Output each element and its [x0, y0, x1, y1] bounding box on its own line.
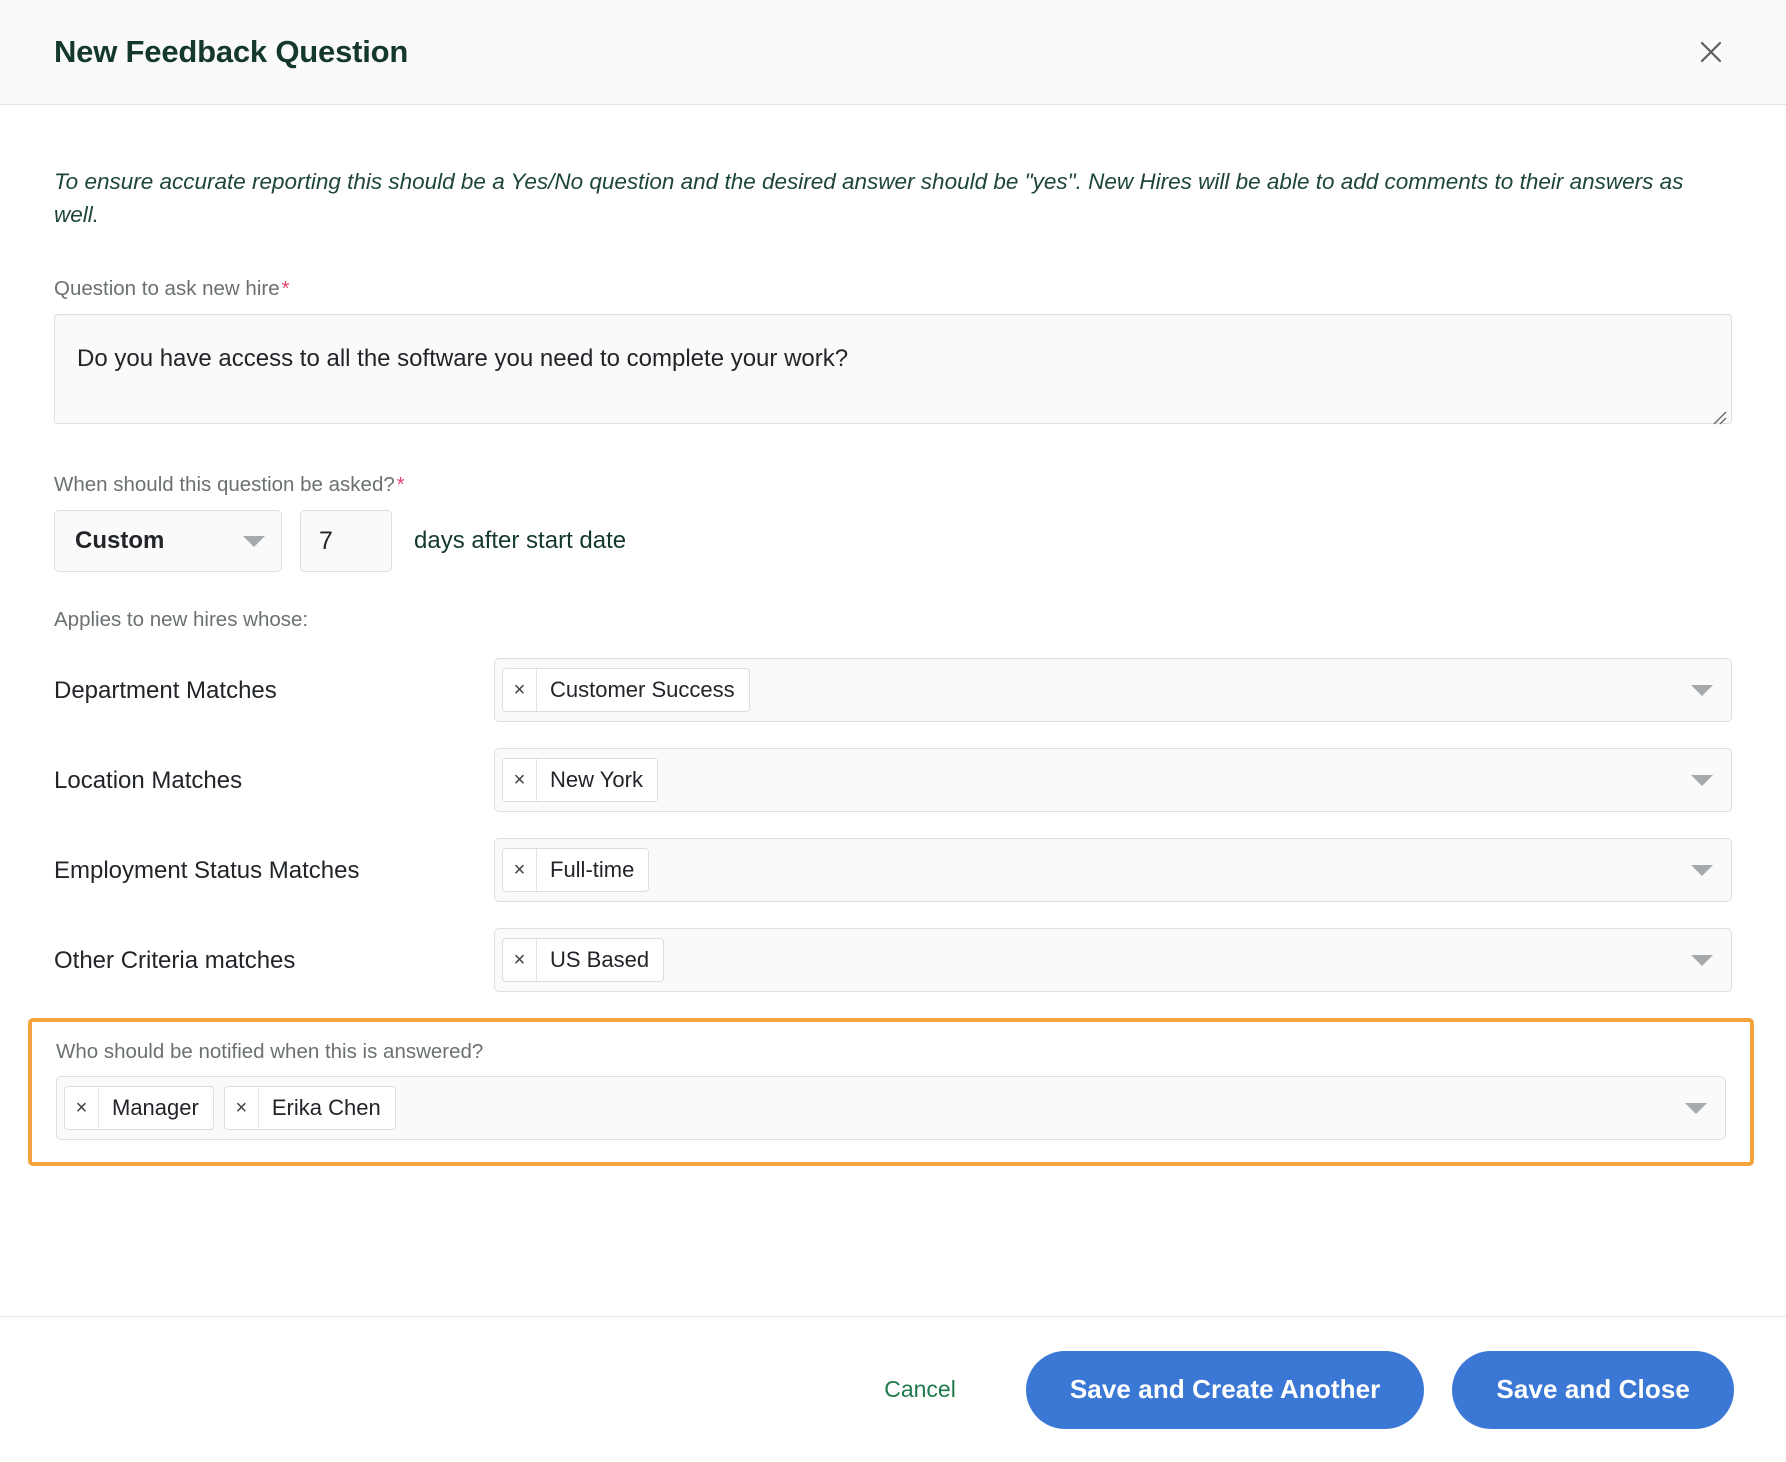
chip-list: × Manager × Erika Chen: [64, 1080, 1671, 1136]
chip-remove-icon[interactable]: ×: [503, 669, 537, 712]
days-input[interactable]: [300, 510, 392, 573]
timing-field-group: When should this question be asked? * Cus…: [54, 473, 1732, 573]
criteria-row-other-criteria: Other Criteria matches × US Based: [54, 928, 1732, 993]
chip-list: × Customer Success: [502, 662, 1677, 718]
chevron-down-icon: [1691, 954, 1713, 966]
chip[interactable]: × Manager: [64, 1086, 214, 1131]
chip-remove-icon[interactable]: ×: [65, 1087, 99, 1130]
chip[interactable]: × New York: [502, 758, 658, 803]
chip-remove-icon[interactable]: ×: [503, 759, 537, 802]
question-label: Question to ask new hire *: [54, 277, 1732, 301]
applies-to-label: Applies to new hires whose:: [54, 608, 309, 632]
chevron-down-icon: [1685, 1102, 1707, 1114]
criteria-label: Other Criteria matches: [54, 947, 296, 975]
employment-status-multiselect[interactable]: × Full-time: [494, 838, 1732, 903]
timing-select-value: Custom: [75, 527, 165, 555]
timing-controls-row: Custom days after start date: [54, 510, 1732, 573]
notify-label: Who should be notified when this is answ…: [56, 1040, 484, 1064]
required-asterisk: *: [281, 278, 290, 301]
chevron-down-icon: [1691, 774, 1713, 786]
question-textarea-wrap: [54, 314, 1732, 429]
criteria-list: Department Matches × Customer Success Lo…: [54, 658, 1732, 993]
chevron-down-icon: [1691, 864, 1713, 876]
chip-label: Full-time: [550, 857, 635, 883]
department-multiselect[interactable]: × Customer Success: [494, 658, 1732, 723]
question-field-group: Question to ask new hire *: [54, 277, 1732, 429]
modal-body: To ensure accurate reporting this should…: [0, 105, 1786, 1316]
location-multiselect[interactable]: × New York: [494, 748, 1732, 813]
modal-footer: Cancel Save and Create Another Save and …: [0, 1316, 1786, 1462]
chip-label: Manager: [112, 1095, 199, 1121]
save-and-create-another-button[interactable]: Save and Create Another: [1025, 1350, 1425, 1429]
required-asterisk: *: [396, 474, 405, 497]
chip-remove-icon[interactable]: ×: [225, 1087, 259, 1130]
chip-label: US Based: [550, 947, 650, 973]
criteria-label: Employment Status Matches: [54, 857, 360, 885]
criteria-row-location: Location Matches × New York: [54, 748, 1732, 813]
chip-label: New York: [550, 767, 643, 793]
timing-label: When should this question be asked? *: [54, 473, 1732, 497]
chevron-down-icon: [1691, 684, 1713, 696]
chip[interactable]: × US Based: [502, 938, 665, 983]
modal-header: New Feedback Question: [0, 0, 1786, 105]
chip[interactable]: × Full-time: [502, 848, 650, 893]
notify-multiselect[interactable]: × Manager × Erika Chen: [56, 1076, 1726, 1141]
chip-label: Customer Success: [550, 677, 735, 703]
chip-label: Erika Chen: [271, 1095, 381, 1121]
question-label-text: Question to ask new hire: [54, 277, 280, 301]
chip[interactable]: × Erika Chen: [223, 1086, 396, 1131]
chip-list: × Full-time: [502, 842, 1677, 898]
chevron-down-icon: [243, 535, 265, 547]
page-title: New Feedback Question: [54, 34, 409, 69]
intro-text: To ensure accurate reporting this should…: [54, 169, 1684, 228]
new-feedback-question-modal: New Feedback Question To ensure accurate…: [0, 0, 1786, 1462]
chip-list: × US Based: [502, 932, 1677, 988]
timing-select[interactable]: Custom: [54, 510, 282, 573]
criteria-label: Department Matches: [54, 677, 277, 705]
chip-remove-icon[interactable]: ×: [503, 849, 537, 892]
chip[interactable]: × Customer Success: [502, 668, 750, 713]
chip-remove-icon[interactable]: ×: [503, 939, 537, 982]
chip-list: × New York: [502, 752, 1677, 808]
close-icon[interactable]: [1688, 29, 1734, 75]
days-suffix-text: days after start date: [414, 527, 627, 555]
criteria-row-department: Department Matches × Customer Success: [54, 658, 1732, 723]
criteria-row-employment-status: Employment Status Matches × Full-time: [54, 838, 1732, 903]
question-input[interactable]: [54, 314, 1732, 425]
cancel-button[interactable]: Cancel: [878, 1375, 962, 1404]
timing-label-text: When should this question be asked?: [54, 473, 395, 497]
notify-section-highlight: Who should be notified when this is answ…: [28, 1018, 1754, 1167]
criteria-label: Location Matches: [54, 767, 243, 795]
save-and-close-button[interactable]: Save and Close: [1452, 1350, 1734, 1429]
other-criteria-multiselect[interactable]: × US Based: [494, 928, 1732, 993]
